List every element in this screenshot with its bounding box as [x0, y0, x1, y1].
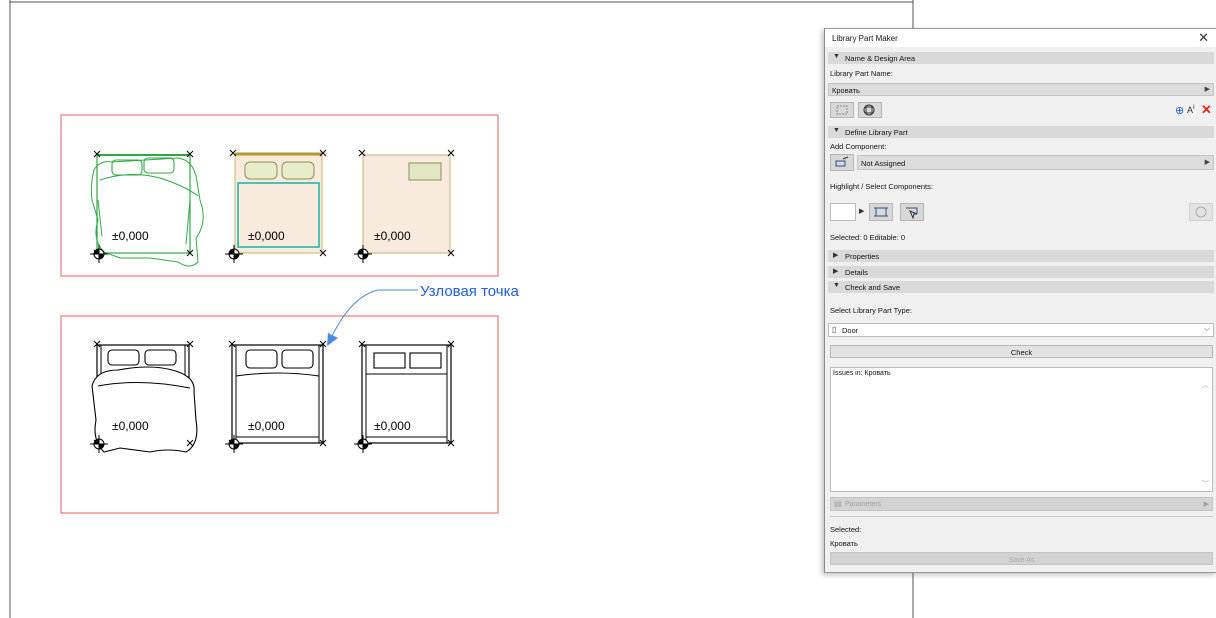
elevation-label: ±0,000: [248, 229, 285, 243]
zoom-button[interactable]: [858, 102, 882, 118]
add-component-button[interactable]: [830, 154, 854, 171]
scroll-down-icon[interactable]: ﹀: [1202, 479, 1209, 489]
cursor-select-icon: [906, 207, 918, 220]
hotspot-cross[interactable]: [186, 340, 194, 348]
parameters-row[interactable]: ▤ Parameters ▶: [830, 497, 1213, 511]
scroll-up-icon[interactable]: ︿: [1202, 380, 1209, 390]
node-callout: Узловая точка: [327, 283, 520, 346]
section-name-design[interactable]: ▼ Name & Design Area: [828, 52, 1214, 64]
component-icon: [835, 156, 849, 167]
add-circle-icon[interactable]: ⊕: [1175, 104, 1184, 117]
panel-title: Library Part Maker: [832, 34, 898, 43]
bed-top-2-color[interactable]: ±0,000: [234, 152, 323, 254]
save-as-label: Save As: [1008, 557, 1035, 564]
check-button-label: Check: [1010, 348, 1033, 357]
parameters-label: Parameters: [845, 501, 882, 508]
section-header-label: Details: [845, 268, 868, 277]
text-size-icon[interactable]: AI: [1187, 105, 1195, 115]
bounds-icon: [874, 207, 888, 217]
select-bounds-button[interactable]: [869, 203, 893, 221]
issues-text: Issues in: Кровать: [833, 370, 891, 377]
delete-icon[interactable]: ✕: [1201, 102, 1212, 118]
origin-marker: [354, 435, 372, 453]
bed-bottom-3-plain[interactable]: ±0,000: [361, 344, 452, 444]
hotspot-cross[interactable]: [447, 149, 455, 157]
chevron-down-icon: ▼: [833, 282, 840, 289]
origin-marker: [90, 245, 108, 263]
chevron-right-icon: ▶: [1204, 86, 1210, 93]
selected-value: Кровать: [830, 539, 858, 548]
rectangle-icon: [836, 105, 848, 115]
highlight-label: Highlight / Select Components:: [830, 182, 933, 191]
divider: [830, 516, 1213, 517]
zoom-components-button[interactable]: [1189, 203, 1213, 221]
hotspot-cross[interactable]: [358, 149, 366, 157]
section-header-label: Name & Design Area: [845, 54, 916, 63]
bed-top-3-color[interactable]: ±0,000: [362, 154, 451, 254]
selected-label: Selected:: [830, 525, 862, 534]
select-arrow-button[interactable]: [900, 203, 924, 221]
library-part-type-label: Select Library Part Type:: [830, 306, 912, 315]
chevron-right-icon[interactable]: ▶: [859, 207, 864, 215]
close-icon[interactable]: ✕: [1198, 30, 1209, 46]
check-button[interactable]: Check: [830, 345, 1213, 358]
section-check-save[interactable]: ▼ Check and Save: [828, 281, 1214, 293]
zoom-icon: [1195, 206, 1207, 218]
library-part-type-value: Door: [842, 326, 859, 335]
section-header-label: Check and Save: [845, 283, 901, 292]
elevation-label: ±0,000: [112, 419, 149, 433]
design-area-button[interactable]: [830, 102, 854, 118]
section-define[interactable]: ▼ Define Library Part: [828, 126, 1214, 138]
origin-marker: [225, 435, 243, 453]
callout-text: Узловая точка: [420, 283, 520, 300]
chevron-right-icon: ▶: [1203, 501, 1209, 508]
section-header-label: Define Library Part: [845, 128, 908, 137]
add-component-label: Add Component:: [830, 142, 887, 151]
elevation-label: ±0,000: [374, 229, 411, 243]
section-properties[interactable]: ▶ Properties: [828, 250, 1214, 262]
zoom-icon: [863, 104, 875, 116]
name-label: Library Part Name:: [830, 69, 893, 78]
library-part-name-value: Кровать: [832, 86, 860, 95]
issues-textarea[interactable]: Issues in: Кровать ︿ ﹀: [830, 367, 1213, 492]
section-details[interactable]: ▶ Details: [828, 266, 1214, 278]
section-header-label: Properties: [845, 252, 880, 261]
component-value: Not Assigned: [861, 159, 906, 168]
library-part-type-select[interactable]: ▯ Door ⌵: [828, 323, 1214, 337]
highlight-color-swatch[interactable]: [830, 203, 856, 221]
bed-bottom-2-plain[interactable]: ±0,000: [231, 344, 324, 444]
parameters-icon: ▤: [834, 499, 842, 508]
panel-titlebar[interactable]: Library Part Maker ✕: [825, 29, 1216, 47]
bed-top-1-green[interactable]: ±0,000: [90, 154, 204, 267]
library-part-maker-panel: Library Part Maker ✕ ▼ Name & Design Are…: [824, 28, 1216, 573]
component-select[interactable]: Not Assigned ▶: [857, 155, 1214, 170]
bed-bottom-1-sketch[interactable]: ±0,000: [91, 344, 198, 453]
library-part-name-field[interactable]: Кровать ▶: [828, 83, 1214, 96]
chevron-right-icon: ▶: [833, 252, 839, 259]
save-as-button[interactable]: Save As: [830, 552, 1213, 565]
elevation-label: ±0,000: [248, 419, 285, 433]
elevation-label: ±0,000: [112, 229, 149, 243]
selected-editable-text: Selected: 0 Editable: 0: [830, 233, 906, 242]
chevron-right-icon: ▶: [1204, 159, 1210, 166]
chevron-down-icon: ▼: [833, 53, 840, 60]
chevron-down-icon: ▼: [833, 127, 840, 134]
chevron-down-icon: ⌵: [1203, 324, 1210, 333]
elevation-label: ±0,000: [374, 419, 411, 433]
chevron-right-icon: ▶: [833, 268, 839, 275]
door-icon: ▯: [832, 325, 837, 334]
